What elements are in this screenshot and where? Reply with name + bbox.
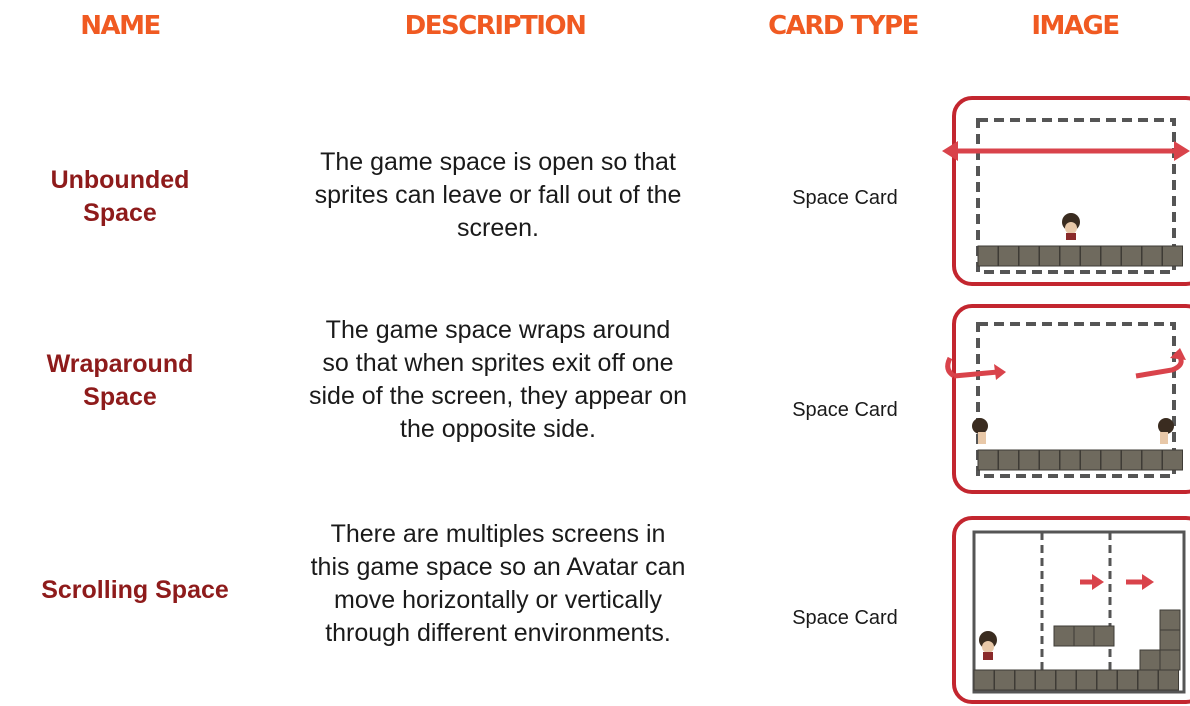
description-line: through different environments. — [325, 619, 671, 647]
description-line: the opposite side. — [400, 415, 596, 443]
row-name-scrolling: Scrolling Space — [10, 574, 260, 607]
row-description-wraparound: The game space wraps around so that when… — [248, 314, 748, 446]
column-header-description: DESCRIPTION — [404, 11, 587, 41]
row-description-unbounded: The game space is open so that sprites c… — [248, 146, 748, 245]
column-header-name: NAME — [80, 11, 161, 41]
row-card-type-scrolling: Space Card — [792, 607, 898, 629]
row-name-wraparound: Wraparound Space — [30, 348, 210, 414]
row-card-type-unbounded: Space Card — [792, 187, 898, 209]
description-line: The game space wraps around — [325, 316, 671, 344]
description-line: move horizontally or vertically — [334, 586, 662, 614]
column-header-image: IMAGE — [1031, 11, 1120, 41]
description-line: The game space is open so that — [320, 148, 676, 176]
description-line: this game space so an Avatar can — [310, 553, 686, 581]
row-card-type-wraparound: Space Card — [792, 399, 898, 421]
name-line: Unbounded — [50, 166, 190, 194]
wraparound-space-diagram-icon — [940, 304, 1190, 494]
description-line: There are multiples screens in — [330, 520, 666, 548]
description-line: sprites can leave or fall out of the — [314, 181, 682, 209]
name-line: Space — [83, 383, 157, 411]
column-header-card-type: CARD TYPE — [768, 11, 919, 41]
row-name-unbounded: Unbounded Space — [30, 164, 210, 230]
description-line: so that when sprites exit off one — [322, 349, 674, 377]
name-line: Wraparound — [46, 350, 194, 378]
name-line: Scrolling Space — [41, 576, 229, 604]
description-line: side of the screen, they appear on — [308, 382, 688, 410]
unbounded-space-diagram-icon — [940, 96, 1190, 288]
scrolling-space-diagram-icon — [940, 516, 1190, 706]
row-description-scrolling: There are multiples screens in this game… — [248, 518, 748, 650]
description-line: screen. — [457, 214, 539, 242]
name-line: Space — [83, 199, 157, 227]
